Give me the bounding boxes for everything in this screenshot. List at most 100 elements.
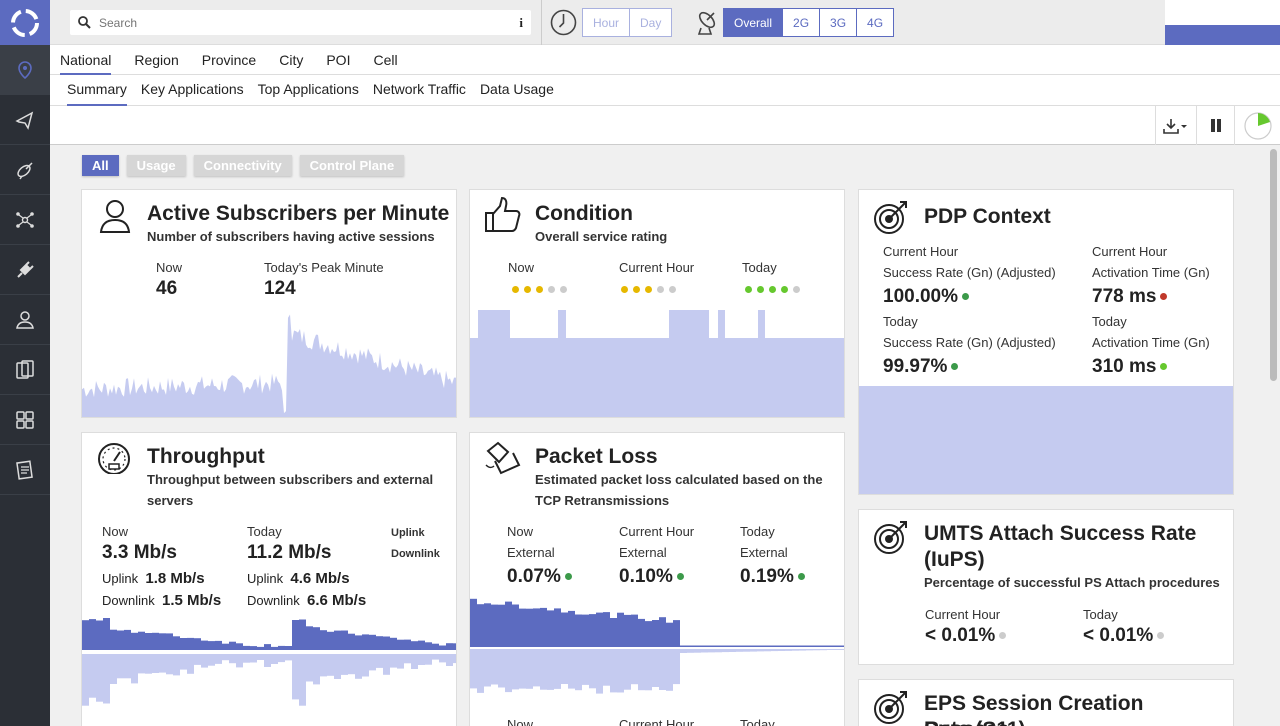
packet-loss-mirror-bar bbox=[547, 649, 554, 690]
activation-hour-metric: Activation Time (Gn) bbox=[1092, 265, 1210, 280]
packet-loss-bar bbox=[561, 612, 568, 647]
uplink-bar bbox=[264, 644, 271, 650]
search-input[interactable] bbox=[99, 15, 520, 30]
export-button[interactable] bbox=[1155, 106, 1196, 145]
target-icon bbox=[873, 199, 909, 240]
condition-card[interactable]: Condition Overall service rating Now Cur… bbox=[469, 189, 845, 418]
refresh-timer-icon bbox=[1243, 111, 1272, 140]
packet-loss-mirror-bar bbox=[694, 649, 701, 653]
downlink-bar bbox=[362, 654, 369, 677]
legend-uplink: Uplink bbox=[391, 527, 425, 539]
sidebar-location-icon[interactable] bbox=[0, 45, 50, 95]
tab-national[interactable]: National bbox=[60, 45, 112, 75]
packet-loss-bar bbox=[799, 645, 806, 647]
sidebar-satellite-icon[interactable] bbox=[0, 145, 50, 195]
tab-region[interactable]: Region bbox=[134, 45, 178, 75]
4g-button[interactable]: 4G bbox=[856, 8, 895, 37]
info-icon[interactable]: i bbox=[519, 15, 523, 31]
day-button[interactable]: Day bbox=[629, 8, 673, 37]
packet-loss-mirror-bar bbox=[820, 649, 827, 651]
tab-summary[interactable]: Summary bbox=[67, 75, 127, 106]
sidebar-apps-icon[interactable] bbox=[0, 395, 50, 445]
filter-control-plane[interactable]: Control Plane bbox=[299, 155, 405, 176]
umts-attach-card[interactable]: UMTS Attach Success Rate (IuPS) Percenta… bbox=[858, 509, 1234, 665]
tab-city[interactable]: City bbox=[279, 45, 303, 75]
rating-dot bbox=[560, 286, 567, 293]
geo-tabs: National Region Province City POI Cell bbox=[50, 45, 1280, 75]
scrollbar-thumb[interactable] bbox=[1270, 149, 1277, 381]
sidebar-devices-icon[interactable] bbox=[0, 345, 50, 395]
overall-button[interactable]: Overall bbox=[723, 8, 784, 37]
tab-poi[interactable]: POI bbox=[326, 45, 350, 75]
downlink-bar bbox=[376, 654, 383, 668]
downlink-bar bbox=[453, 654, 456, 664]
packet-loss-bar bbox=[757, 645, 764, 647]
filter-usage[interactable]: Usage bbox=[126, 155, 186, 176]
packet-loss-card[interactable]: Packet Loss Estimated packet loss calcul… bbox=[469, 432, 845, 726]
downlink-bar bbox=[131, 654, 138, 684]
sidebar-reports-icon[interactable] bbox=[0, 445, 50, 495]
peak-value: 124 bbox=[264, 278, 296, 299]
sidebar-airplane-icon[interactable] bbox=[0, 95, 50, 145]
sidebar-plug-icon[interactable] bbox=[0, 245, 50, 295]
card-subtitle-line1: Throughput between subscribers and exter… bbox=[147, 472, 434, 487]
sidebar-user-icon[interactable] bbox=[0, 295, 50, 345]
sidebar-network-icon[interactable] bbox=[0, 195, 50, 245]
downlink-bar bbox=[313, 654, 320, 685]
pdp-context-card[interactable]: PDP Context Current Hour Success Rate (G… bbox=[858, 189, 1234, 495]
today-external-label: External bbox=[740, 545, 788, 560]
refresh-timer[interactable] bbox=[1234, 106, 1280, 145]
packet-loss-bar bbox=[778, 645, 785, 647]
uplink-bar bbox=[194, 638, 201, 650]
downlink-bar bbox=[229, 654, 236, 664]
packet-loss-bar bbox=[540, 607, 547, 647]
hour-value: < 0.01% bbox=[925, 625, 1007, 647]
tab-network-traffic[interactable]: Network Traffic bbox=[373, 75, 466, 106]
downlink-bar bbox=[124, 654, 131, 679]
target-icon bbox=[873, 689, 909, 726]
downlink-bar bbox=[194, 654, 201, 665]
uplink-bar bbox=[418, 640, 425, 650]
card-title-line2: (IuPS) bbox=[924, 548, 985, 571]
hour-button[interactable]: Hour bbox=[582, 8, 631, 37]
packet-loss-mirror-bar bbox=[813, 649, 820, 651]
app-logo-icon[interactable] bbox=[0, 0, 50, 45]
packet-loss-mirror-bar bbox=[666, 649, 673, 691]
card-subtitle-line1: Estimated packet loss calculated based o… bbox=[535, 472, 823, 487]
uplink-bar bbox=[355, 635, 362, 650]
3g-button[interactable]: 3G bbox=[819, 8, 858, 37]
packet-loss-bar bbox=[547, 610, 554, 647]
tab-top-applications[interactable]: Top Applications bbox=[258, 75, 359, 106]
filter-all[interactable]: All bbox=[82, 155, 119, 176]
packet-loss-mirror-bar bbox=[827, 649, 834, 650]
throughput-card[interactable]: Throughput Throughput between subscriber… bbox=[81, 432, 457, 726]
pause-button[interactable] bbox=[1196, 106, 1234, 145]
uplink-bar bbox=[222, 643, 229, 650]
status-dot-green bbox=[951, 363, 959, 371]
now-uplink: Uplink 1.8 Mb/s bbox=[102, 570, 205, 587]
today-value: 11.2 Mb/s bbox=[247, 542, 332, 563]
tab-data-usage[interactable]: Data Usage bbox=[480, 75, 554, 106]
tab-key-applications[interactable]: Key Applications bbox=[141, 75, 244, 106]
active-subscribers-card[interactable]: Active Subscribers per Minute Number of … bbox=[81, 189, 457, 418]
top-right-panel bbox=[1165, 0, 1280, 45]
uplink-bar bbox=[173, 636, 180, 650]
uplink-bar bbox=[250, 646, 257, 650]
card-title-line1: UMTS Attach Success Rate bbox=[924, 522, 1197, 545]
uplink-bar bbox=[96, 620, 103, 650]
tab-province[interactable]: Province bbox=[202, 45, 256, 75]
uplink-bar bbox=[292, 620, 299, 650]
packet-loss-bar bbox=[673, 620, 680, 647]
scrollbar[interactable] bbox=[1266, 145, 1280, 726]
hour-label: Current Hour bbox=[925, 607, 1001, 622]
current-hour-rating bbox=[621, 286, 681, 293]
packet-loss-bar bbox=[813, 645, 820, 647]
packet-loss-bar bbox=[708, 645, 715, 647]
tab-cell[interactable]: Cell bbox=[373, 45, 397, 75]
downlink-bar bbox=[89, 654, 96, 698]
filter-connectivity[interactable]: Connectivity bbox=[193, 155, 292, 176]
downlink-bar bbox=[250, 654, 257, 663]
packet-loss-mirror-bar bbox=[771, 649, 778, 652]
eps-session-card[interactable]: EPS Session Creation Success Rate (S11) bbox=[858, 679, 1234, 726]
2g-button[interactable]: 2G bbox=[782, 8, 821, 37]
